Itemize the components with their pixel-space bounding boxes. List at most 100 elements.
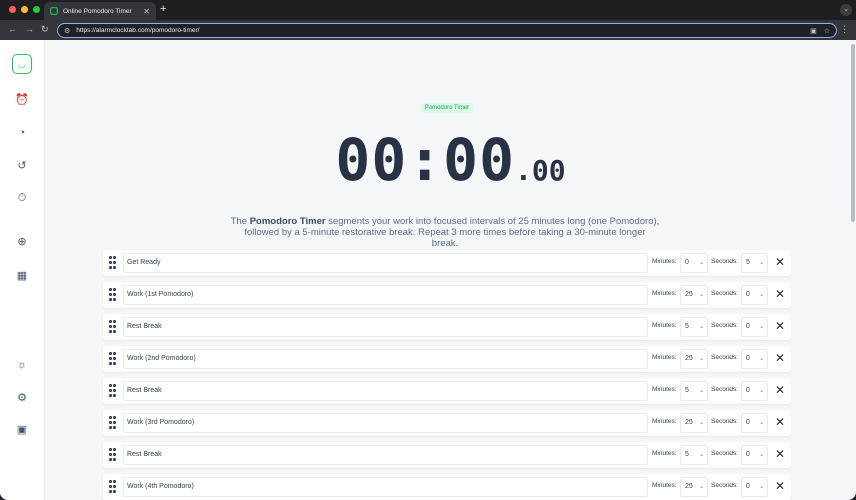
- seconds-select[interactable]: 0 ⌄: [741, 445, 768, 465]
- drag-handle-icon[interactable]: [109, 384, 116, 398]
- sidebar: ◡ ⏰ ◔ ↺ ⏱ ⊕ ▦ ☼ ⚙ ▣: [0, 40, 45, 500]
- interval-row: Rest Break Minutes: 5 ⌄ Seconds: 0 ⌄ ✕: [103, 442, 791, 468]
- chevron-down-icon: ⌄: [698, 260, 704, 266]
- chevron-down-icon: ⌄: [758, 324, 764, 330]
- drag-handle-icon[interactable]: [109, 256, 116, 270]
- seconds-select[interactable]: 0 ⌄: [741, 349, 768, 369]
- minutes-select[interactable]: 5 ⌄: [680, 317, 708, 337]
- timer-fraction: .00: [515, 154, 566, 187]
- timer-icon[interactable]: ◔: [15, 126, 29, 140]
- chevron-down-icon: ⌄: [758, 388, 764, 394]
- seconds-select[interactable]: 0 ⌄: [741, 381, 768, 401]
- seconds-label: Seconds:: [711, 290, 739, 297]
- seconds-select[interactable]: 0 ⌄: [741, 413, 768, 433]
- drag-handle-icon[interactable]: [109, 352, 116, 366]
- minimize-window-button[interactable]: [21, 6, 28, 13]
- interval-name-input[interactable]: Work (2nd Pomodoro): [123, 349, 648, 369]
- interval-name-input[interactable]: Rest Break: [123, 317, 648, 337]
- url-text[interactable]: https://alarmclocktab.com/pomodoro-timer…: [76, 27, 803, 34]
- tab-close-icon[interactable]: ✕: [143, 7, 150, 16]
- minutes-select[interactable]: 5 ⌄: [680, 381, 708, 401]
- remove-interval-icon[interactable]: ✕: [775, 255, 785, 269]
- seconds-select[interactable]: 0 ⌄: [741, 285, 768, 305]
- main-content: Pomodoro Timer 00:00.00 The Pomodoro Tim…: [45, 40, 856, 500]
- seconds-value: 0: [746, 419, 750, 426]
- logo-icon[interactable]: ◡: [12, 54, 32, 74]
- seconds-label: Seconds:: [711, 418, 739, 425]
- remove-interval-icon[interactable]: ✕: [775, 287, 785, 301]
- reload-icon[interactable]: ↻: [41, 24, 49, 35]
- address-bar[interactable]: ⚙ https://alarmclocktab.com/pomodoro-tim…: [57, 23, 837, 38]
- remove-interval-icon[interactable]: ✕: [775, 479, 785, 493]
- seconds-value: 0: [746, 291, 750, 298]
- remove-interval-icon[interactable]: ✕: [775, 351, 785, 365]
- install-app-icon[interactable]: ▣: [810, 27, 817, 35]
- minutes-label: Minutes:: [652, 386, 677, 393]
- drag-handle-icon[interactable]: [109, 448, 116, 462]
- brightness-icon[interactable]: ☼: [15, 358, 29, 372]
- seconds-select[interactable]: 5 ⌄: [741, 253, 768, 273]
- bookmark-star-icon[interactable]: ☆: [824, 27, 830, 35]
- close-window-button[interactable]: [9, 6, 16, 13]
- interval-name-input[interactable]: Work (1st Pomodoro): [123, 285, 648, 305]
- settings-icon[interactable]: ⚙: [15, 391, 29, 405]
- globe-icon[interactable]: ⊕: [15, 235, 29, 249]
- minutes-select[interactable]: 5 ⌄: [680, 445, 708, 465]
- minutes-value: 25: [685, 483, 693, 490]
- seconds-value: 0: [746, 323, 750, 330]
- drag-handle-icon[interactable]: [109, 480, 116, 494]
- chevron-down-icon: ⌄: [698, 324, 704, 330]
- tab-title: Online Pomodoro Timer: [63, 7, 132, 15]
- seconds-label: Seconds:: [711, 482, 739, 489]
- seconds-value: 0: [746, 387, 750, 394]
- alarm-clock-icon[interactable]: ⏰: [15, 93, 29, 107]
- remove-interval-icon[interactable]: ✕: [775, 447, 785, 461]
- contact-icon[interactable]: ▣: [15, 423, 29, 437]
- minutes-label: Minutes:: [652, 482, 677, 489]
- history-icon[interactable]: ↺: [15, 159, 29, 173]
- browser-tab-bar: Online Pomodoro Timer ✕ + ⌄: [0, 0, 856, 20]
- stopwatch-icon[interactable]: ⏱: [15, 191, 29, 205]
- remove-interval-icon[interactable]: ✕: [775, 415, 785, 429]
- forward-icon[interactable]: →: [25, 24, 34, 34]
- seconds-select[interactable]: 0 ⌄: [741, 477, 768, 497]
- chevron-down-icon: ⌄: [698, 484, 704, 490]
- browser-menu-icon[interactable]: ⋮: [840, 24, 849, 35]
- minutes-select[interactable]: 0 ⌄: [680, 253, 708, 273]
- chevron-down-icon: ⌄: [758, 452, 764, 458]
- site-info-icon[interactable]: ⚙: [64, 27, 70, 35]
- drag-handle-icon[interactable]: [109, 416, 116, 430]
- interval-name-input[interactable]: Work (3rd Pomodoro): [123, 413, 648, 433]
- minutes-select[interactable]: 25 ⌄: [680, 349, 708, 369]
- drag-handle-icon[interactable]: [109, 320, 116, 334]
- tab-search-button[interactable]: ⌄: [840, 4, 852, 16]
- minutes-label: Minutes:: [652, 290, 677, 297]
- minutes-select[interactable]: 25 ⌄: [680, 477, 708, 497]
- interval-name-input[interactable]: Rest Break: [123, 381, 648, 401]
- new-tab-button[interactable]: +: [160, 3, 166, 15]
- chevron-down-icon: ⌄: [698, 292, 704, 298]
- maximize-window-button[interactable]: [33, 6, 40, 13]
- calendar-icon[interactable]: ▦: [15, 269, 29, 283]
- seconds-label: Seconds:: [711, 258, 739, 265]
- interval-row: Work (4th Pomodoro) Minutes: 25 ⌄ Seconds: 0 ⌄…: [103, 474, 791, 500]
- page-badge: Pomodoro Timer: [421, 103, 473, 113]
- interval-name-input[interactable]: Rest Break: [123, 445, 648, 465]
- seconds-label: Seconds:: [711, 386, 739, 393]
- chevron-down-icon: ⌄: [758, 292, 764, 298]
- interval-name-input[interactable]: Get Ready: [123, 253, 648, 273]
- minutes-select[interactable]: 25 ⌄: [680, 413, 708, 433]
- drag-handle-icon[interactable]: [109, 288, 116, 302]
- remove-interval-icon[interactable]: ✕: [775, 383, 785, 397]
- seconds-select[interactable]: 0 ⌄: [741, 317, 768, 337]
- favicon-icon: [50, 7, 58, 15]
- chevron-down-icon: ⌄: [698, 356, 704, 362]
- back-icon[interactable]: ←: [8, 24, 17, 34]
- interval-name-input[interactable]: Work (4th Pomodoro): [123, 477, 648, 497]
- browser-tab[interactable]: Online Pomodoro Timer ✕: [44, 2, 156, 20]
- remove-interval-icon[interactable]: ✕: [775, 319, 785, 333]
- minutes-select[interactable]: 25 ⌄: [680, 285, 708, 305]
- seconds-label: Seconds:: [711, 450, 739, 457]
- interval-row: Get Ready Minutes: 0 ⌄ Seconds: 5 ⌄ ✕: [103, 250, 791, 276]
- chevron-down-icon: ⌄: [698, 420, 704, 426]
